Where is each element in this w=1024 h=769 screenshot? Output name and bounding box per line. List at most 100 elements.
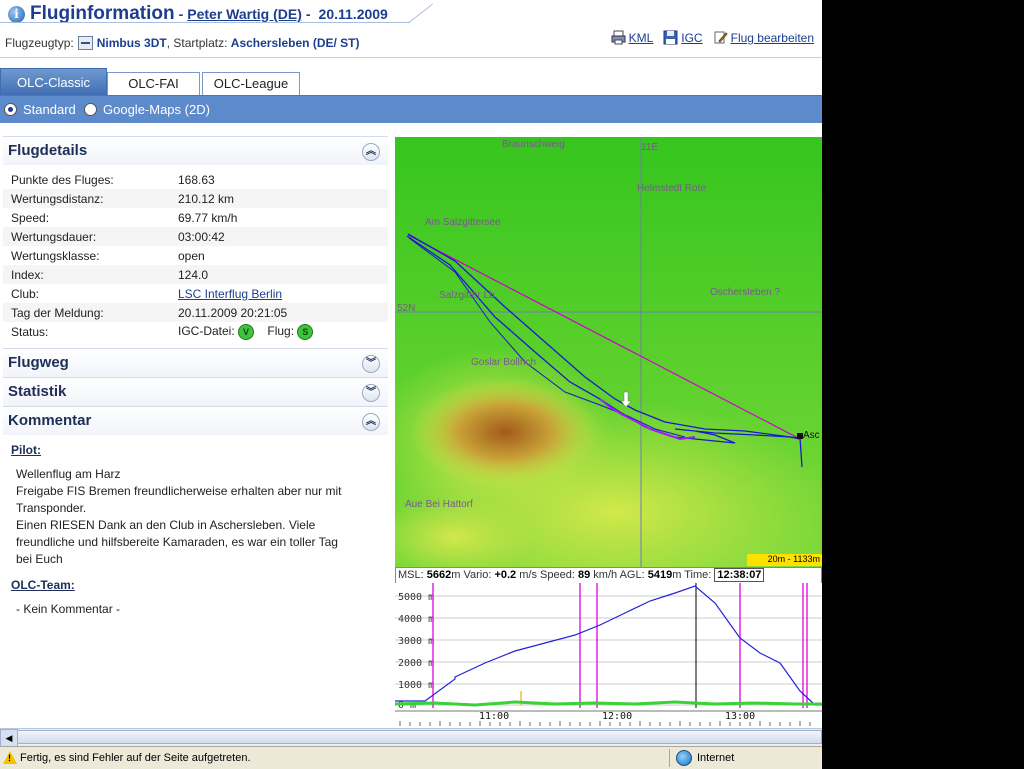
map-label: Helmstedt Rote (637, 183, 706, 194)
edit-flight-text[interactable]: Flug bearbeiten (731, 31, 814, 45)
time-label: Time: (684, 569, 712, 581)
speed-value: 69.77 km/h (178, 210, 238, 225)
security-zone: Internet (669, 749, 734, 767)
map-label: Asc (803, 430, 820, 441)
speed-label: Speed: (11, 210, 50, 225)
tab-olc-league[interactable]: OLC-League (202, 72, 300, 95)
collapse-icon[interactable]: ︽ (362, 143, 380, 161)
speed-unit: km/h (593, 569, 618, 581)
points-value: 168.63 (178, 172, 215, 187)
title-underline (0, 22, 410, 23)
igc-file-label: IGC-Datei: (178, 323, 235, 338)
zone-label: Internet (697, 752, 735, 764)
map-scale: 20m - 1133m (747, 554, 822, 566)
section-flugweg[interactable]: Flugweg ︾ (3, 348, 388, 377)
speed-curve (395, 700, 822, 707)
class-label: Wertungsklasse: (11, 248, 100, 263)
table-row: Tag der Meldung: 20.11.2009 20:21:05 (3, 303, 388, 322)
barogram[interactable]: 5000 m 4000 m 3000 m 2000 m 1000 m 0 m 1… (395, 583, 822, 728)
pilot-heading: Pilot: (11, 443, 41, 457)
distance-label: Wertungsdistanz: (3, 189, 178, 208)
kml-link-text[interactable]: KML (629, 31, 654, 45)
flight-date: 20.11.2009 (318, 6, 388, 22)
printer-icon (611, 30, 626, 45)
map-label: Braunschweig (502, 139, 565, 150)
distance-value: 210.12 km (178, 189, 388, 208)
x-axis-label: 13:00 (725, 711, 755, 722)
index-label: Index: (3, 265, 178, 284)
class-value: open (178, 248, 205, 263)
tab-olc-fai[interactable]: OLC-FAI (107, 72, 200, 95)
table-row: Wertungsdistanz: 210.12 km (3, 189, 388, 208)
club-link[interactable]: LSC Interflug Berlin (178, 287, 282, 301)
igc-link[interactable]: IGC (663, 30, 703, 45)
time-value: 12:38:07 (714, 568, 765, 582)
edit-flight-link[interactable]: Flug bearbeiten (713, 30, 814, 45)
info-icon: i (8, 5, 25, 23)
aircraft-type: Nimbus 3DT (96, 36, 167, 50)
msl-unit: m (451, 569, 461, 581)
pilot-link[interactable]: Peter Wartig (DE) (187, 6, 302, 22)
title-separator: - (178, 6, 184, 22)
vario-value: +0.2 (494, 569, 517, 581)
page-content: i Fluginformation - Peter Wartig (DE) - … (0, 0, 822, 728)
comment-body: Pilot: Wellenflug am Harz Freigabe FIS B… (3, 435, 388, 634)
table-row: Index: 124.0 (3, 265, 388, 284)
section-flugweg-title: Flugweg (8, 354, 69, 371)
tab-olc-classic[interactable]: OLC-Classic (0, 68, 107, 96)
status-message: Fertig, es sind Fehler auf der Seite auf… (20, 752, 251, 764)
pilot-comment: Wellenflug am Harz Freigabe FIS Bremen f… (16, 466, 380, 568)
comment-line: Wellenflug am Harz (16, 467, 121, 481)
header: i Fluginformation - Peter Wartig (DE) - … (0, 0, 822, 60)
map-view-options: Standard Google-Maps (2D) (0, 95, 822, 123)
scroll-left-icon[interactable]: ◀ (0, 729, 18, 747)
aircraft-icon (77, 36, 93, 50)
vario-label: Vario: (463, 569, 492, 581)
igc-link-text[interactable]: IGC (681, 31, 702, 45)
y-axis-label: 1000 m (398, 680, 434, 691)
telemetry-bar: MSL: 5662m Vario: +0.2 m/s Speed: 89 km/… (395, 567, 822, 584)
vario-unit: m/s (519, 569, 537, 581)
collapse-icon[interactable]: ︽ (362, 413, 380, 431)
map-label: Aue Bei Hattorf (405, 499, 473, 510)
aircraft-label: Flugzeugtyp: (5, 36, 74, 50)
status-value: IGC-Datei: V Flug: S (178, 322, 388, 341)
expand-icon[interactable]: ︾ (362, 384, 380, 402)
x-axis-label: 12:00 (602, 711, 632, 722)
section-kommentar[interactable]: Kommentar ︽ (3, 406, 388, 435)
reported-value: 20.11.2009 20:21:05 (178, 303, 388, 322)
header-divider (0, 57, 822, 58)
kml-link[interactable]: KML (611, 30, 654, 45)
map-label: Goslar Bollrich (471, 357, 537, 368)
status-label: Status: (11, 324, 49, 339)
msl-label: MSL: (398, 569, 424, 581)
speed-label: Speed: (540, 569, 575, 581)
section-statistik[interactable]: Statistik ︾ (3, 377, 388, 406)
globe-icon (676, 750, 692, 766)
option-standard[interactable]: Standard (4, 102, 76, 117)
radio-standard[interactable] (4, 103, 17, 116)
option-google-label: Google-Maps (2D) (103, 102, 210, 117)
warning-icon[interactable] (3, 751, 17, 764)
tab-bar: OLC-Classic OLC-FAI OLC-League (0, 68, 822, 96)
option-google-maps[interactable]: Google-Maps (2D) (84, 102, 210, 117)
table-row: Status: IGC-Datei: V Flug: S (3, 322, 388, 341)
agl-value: 5419 (647, 569, 673, 581)
y-axis-label: 3000 m (398, 636, 434, 647)
start-label: , Startplatz: (166, 36, 228, 50)
scroll-thumb[interactable] (17, 730, 822, 744)
radio-google-maps[interactable] (84, 103, 97, 116)
x-axis-label: 11:00 (479, 711, 509, 722)
section-kommentar-title: Kommentar (8, 412, 92, 429)
y-axis-label: 0 m (398, 700, 416, 711)
speed-value: 89 (577, 569, 591, 581)
expand-icon[interactable]: ︾ (362, 355, 380, 373)
flight-map[interactable]: Braunschweig 11E Helmstedt Rote Am Salzg… (395, 137, 822, 567)
section-statistik-title: Statistik (8, 383, 67, 400)
horizontal-scrollbar[interactable]: ◀ (0, 728, 822, 747)
map-label: 11E (641, 142, 659, 153)
download-links: KML IGC Flug bearbeiten (611, 30, 814, 45)
comment-line: Einen RIESEN Dank an den Club in Aschers… (16, 518, 316, 532)
option-standard-label: Standard (23, 102, 76, 117)
section-flugdetails[interactable]: Flugdetails ︽ (3, 136, 388, 165)
